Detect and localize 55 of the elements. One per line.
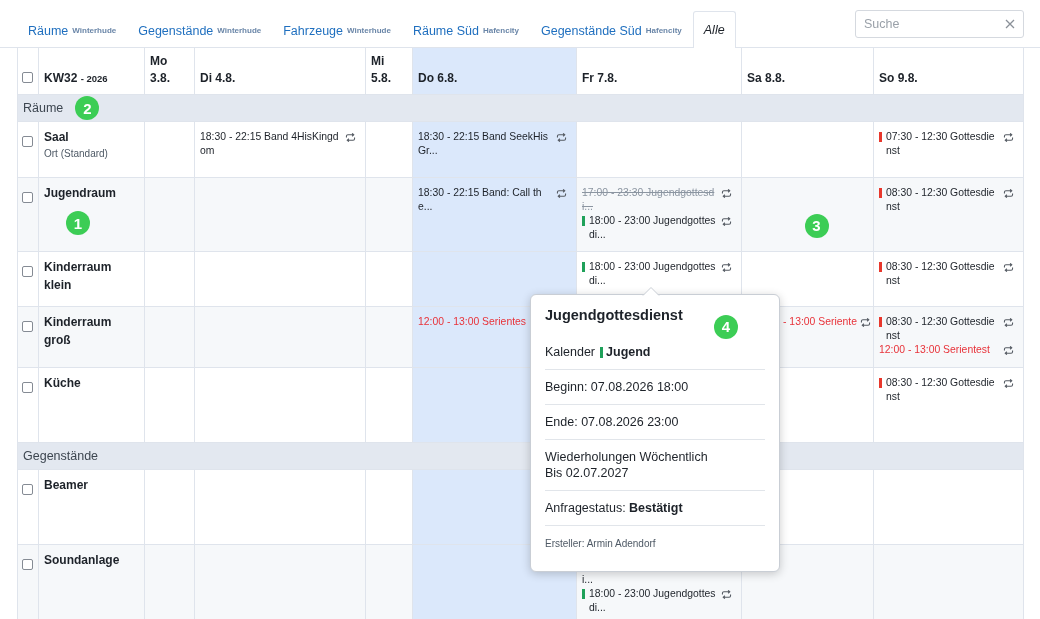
resource-name: Kinderraum groß xyxy=(44,314,113,349)
popover-title: Jugendgottesdienst xyxy=(545,306,683,325)
callout-number: 2 xyxy=(75,96,100,120)
day-header: Do 6.8. xyxy=(413,48,577,95)
resource-name: Küche xyxy=(44,375,81,392)
event-title[interactable]: 18:00 - 23:00 Jugendgottesdi... xyxy=(589,587,718,615)
checkbox[interactable] xyxy=(22,72,33,83)
resource-name: Jugendraum xyxy=(44,185,116,202)
event-title[interactable]: 12:00 - 13:00 Serientest xyxy=(879,343,1000,357)
event-title[interactable]: i... xyxy=(582,573,732,587)
end-time: Ende: 07.08.2026 23:00 xyxy=(545,414,679,430)
calendar-name: Jugend xyxy=(606,344,651,360)
recurrence-text: Bis 02.07.2027 xyxy=(545,465,629,481)
event-title[interactable]: 18:30 - 22:15 Band SeekHisGr... xyxy=(418,130,553,158)
checkbox[interactable] xyxy=(22,266,33,277)
creator-text: Ersteller: Armin Adendorf xyxy=(545,537,656,551)
event-title[interactable]: 18:30 - 22:15 Band 4HisKingdom xyxy=(200,130,342,158)
callout-number: 1 xyxy=(66,211,90,235)
event-title[interactable]: 08:30 - 12:30 Gottesdienst xyxy=(886,315,1000,343)
calendar-label: Kalender xyxy=(545,344,596,360)
checkbox[interactable] xyxy=(22,382,33,393)
event-title[interactable]: 08:30 - 12:30 Gottesdienst xyxy=(886,186,1000,214)
event-title[interactable]: 07:30 - 12:30 Gottesdienst xyxy=(886,130,1000,158)
section-title: Räume xyxy=(23,101,64,115)
tab[interactable]: Gegenstände Süd Hafencity xyxy=(529,12,693,48)
checkbox[interactable] xyxy=(22,136,33,147)
request-status: Anfragestatus: Bestätigt xyxy=(545,500,683,516)
resource-name: Soundanlage xyxy=(44,552,120,569)
start-time: Beginn: 07.08.2026 18:00 xyxy=(545,379,689,395)
tab[interactable]: Fahrzeuge Winterhude xyxy=(272,12,402,48)
resource-name: Saal xyxy=(44,129,69,146)
callout-number: 4 xyxy=(714,315,738,339)
resource-subtitle: Ort (Standard) xyxy=(44,147,108,161)
clear-icon[interactable] xyxy=(1005,19,1015,29)
tab[interactable]: Alle xyxy=(692,11,736,48)
callout-number: 3 xyxy=(804,213,829,238)
recurrence-text: Wiederholungen Wöchentlich xyxy=(545,449,708,465)
checkbox[interactable] xyxy=(22,192,33,203)
checkbox[interactable] xyxy=(22,321,33,332)
resource-name: Beamer xyxy=(44,477,89,494)
event-title[interactable]: 08:30 - 12:30 Gottesdienst xyxy=(886,260,1000,288)
section-title: Gegenstände xyxy=(23,449,99,463)
tab[interactable]: Räume Süd Hafencity xyxy=(401,12,530,48)
event-title[interactable]: 18:00 - 23:00 Jugendgottesdi... xyxy=(589,214,718,242)
checkbox[interactable] xyxy=(22,559,33,570)
tab[interactable]: Räume Winterhude xyxy=(17,12,128,48)
week-label: KW32 - 2026 xyxy=(44,70,108,87)
event-title[interactable]: - 13:00 Seriente xyxy=(783,315,857,329)
event-title[interactable]: 18:00 - 23:00 Jugendgottesdi... xyxy=(589,260,718,288)
search-field[interactable]: Suche xyxy=(855,10,1024,38)
event-title[interactable]: 08:30 - 12:30 Gottesdienst xyxy=(886,376,1000,404)
resource-name: Kinderraum klein xyxy=(44,259,113,294)
checkbox[interactable] xyxy=(22,484,33,495)
tab[interactable]: Gegenstände Winterhude xyxy=(127,12,273,48)
event-title[interactable]: 18:30 - 22:15 Band: Call the... xyxy=(418,186,553,214)
